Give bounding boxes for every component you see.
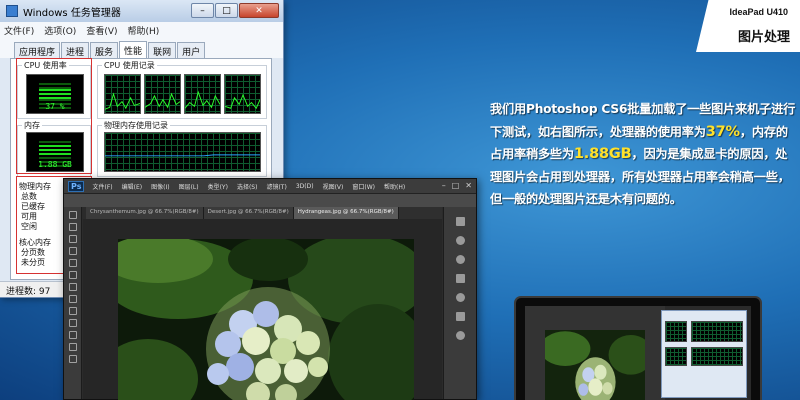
model-badge: IdeaPad U410 图片处理 <box>696 0 800 52</box>
ps-canvas-area[interactable] <box>83 219 442 400</box>
photoshop-menubar: Ps 文件(F) 编辑(E) 图像(I) 图层(L) 类型(Y) 选择(S) 滤… <box>64 179 476 193</box>
ps-menu-window[interactable]: 窗口(W) <box>352 182 375 191</box>
color-panel-icon[interactable] <box>455 236 465 245</box>
ps-options-bar <box>64 193 476 207</box>
task-manager-titlebar[interactable]: Windows 任务管理器 – □ ✕ <box>0 0 283 22</box>
ps-menu-layer[interactable]: 图层(L) <box>179 182 199 191</box>
menu-file[interactable]: 文件(F) <box>4 24 34 37</box>
cpu-history-group: CPU 使用记录 <box>97 60 267 119</box>
ps-close-button[interactable]: ✕ <box>465 181 472 190</box>
properties-panel-icon[interactable] <box>455 331 465 340</box>
menu-help[interactable]: 帮助(H) <box>128 24 160 37</box>
laptop-cpu-meter <box>665 321 688 342</box>
tab-performance[interactable]: 性能 <box>119 41 148 58</box>
eyedropper-tool-icon[interactable] <box>68 271 77 279</box>
quick-select-tool-icon[interactable] <box>68 247 77 255</box>
ps-tools-panel <box>64 207 82 399</box>
paths-panel-icon[interactable] <box>455 312 465 321</box>
maximize-button[interactable]: □ <box>215 3 238 18</box>
tab-applications[interactable]: 应用程序 <box>14 42 61 58</box>
badge-title: 图片处理 <box>737 30 790 45</box>
laptop-memory-graph <box>690 347 743 367</box>
hydrangea-photo <box>118 239 414 400</box>
ps-menu-edit[interactable]: 编辑(E) <box>122 182 142 191</box>
tab-users[interactable]: 用户 <box>177 42 206 58</box>
history-brush-tool-icon[interactable] <box>68 319 77 327</box>
cpu-core-graph <box>104 74 141 114</box>
menu-options[interactable]: 选项(O) <box>44 24 76 37</box>
ps-doc-tab[interactable]: Chrysanthemum.jpg @ 66.7%(RGB/8#) <box>86 207 204 219</box>
task-manager-tabs: 应用程序 进程 服务 性能 联网 用户 <box>0 39 283 58</box>
close-button[interactable]: ✕ <box>239 3 279 18</box>
task-manager-menubar: 文件(F) 选项(O) 查看(V) 帮助(H) <box>0 22 283 39</box>
brush-tool-icon[interactable] <box>68 295 77 303</box>
photoshop-window: Ps 文件(F) 编辑(E) 图像(I) 图层(L) 类型(Y) 选择(S) 滤… <box>63 178 477 400</box>
stamp-tool-icon[interactable] <box>68 307 77 315</box>
task-manager-app-icon <box>6 5 18 17</box>
badge-model-name: IdeaPad U410 <box>729 7 788 17</box>
ps-minimize-button[interactable]: – <box>442 181 446 190</box>
description-text: 我们用Photoshop CS6批量加载了一些图片来机子进行下测试，如右图所示，… <box>490 98 798 211</box>
memory-history-group: 物理内存使用记录 <box>97 120 267 177</box>
lasso-tool-icon[interactable] <box>68 235 77 243</box>
menu-view[interactable]: 查看(V) <box>86 24 117 37</box>
cpu-core-graph <box>144 74 181 114</box>
cpu-core-graph <box>224 74 261 114</box>
ps-menu-select[interactable]: 选择(S) <box>237 182 258 191</box>
layers-panel-icon[interactable] <box>455 217 465 226</box>
ps-menu-view[interactable]: 视图(V) <box>323 182 344 191</box>
laptop-photo <box>514 296 762 400</box>
ps-doc-tab[interactable]: Desert.jpg @ 66.7%(RGB/8#) <box>203 207 294 219</box>
type-tool-icon[interactable] <box>68 355 77 363</box>
ps-menu-type[interactable]: 类型(Y) <box>208 182 228 191</box>
minimize-button[interactable]: – <box>191 3 214 18</box>
history-panel-icon[interactable] <box>455 274 465 283</box>
highlight-box <box>16 58 92 174</box>
ps-menu-file[interactable]: 文件(F) <box>92 182 112 191</box>
gradient-tool-icon[interactable] <box>68 343 77 351</box>
memory-highlight: 1.88GB <box>573 146 632 163</box>
marquee-tool-icon[interactable] <box>68 223 77 231</box>
move-tool-icon[interactable] <box>68 211 77 219</box>
ps-maximize-button[interactable]: □ <box>452 181 460 190</box>
ps-menu-3d[interactable]: 3D(D) <box>296 183 314 190</box>
laptop-hydrangea-image <box>544 329 646 400</box>
adjustments-panel-icon[interactable] <box>455 255 465 264</box>
ps-doc-tab-active[interactable]: Hydrangeas.jpg @ 66.7%(RGB/8#) <box>293 207 399 219</box>
tab-services[interactable]: 服务 <box>90 42 119 58</box>
memory-history-graph <box>104 132 261 172</box>
photoshop-logo: Ps <box>68 180 85 192</box>
cpu-highlight: 37% <box>705 123 740 140</box>
laptop-cpu-graph <box>690 321 743 342</box>
cpu-core-graph <box>184 74 221 114</box>
laptop-photoshop-window <box>525 306 666 400</box>
crop-tool-icon[interactable] <box>68 259 77 267</box>
healing-tool-icon[interactable] <box>68 283 77 291</box>
channels-panel-icon[interactable] <box>455 293 465 302</box>
ps-document-tabs: Chrysanthemum.jpg @ 66.7%(RGB/8#) Desert… <box>86 207 442 219</box>
tab-networking[interactable]: 联网 <box>148 42 177 58</box>
status-processes: 进程数: 97 <box>6 287 51 297</box>
ps-right-panel <box>443 207 476 399</box>
laptop-task-manager <box>661 310 747 399</box>
task-manager-title: Windows 任务管理器 <box>23 7 121 19</box>
cpu-history-label: CPU 使用记录 <box>102 60 157 71</box>
ps-menu-filter[interactable]: 滤镜(T) <box>266 182 286 191</box>
laptop-memory-meter <box>665 347 688 367</box>
eraser-tool-icon[interactable] <box>68 331 77 339</box>
ps-menu-help[interactable]: 帮助(H) <box>384 182 405 191</box>
laptop-screen <box>525 306 751 400</box>
ps-menu-image[interactable]: 图像(I) <box>151 182 169 191</box>
memory-history-label: 物理内存使用记录 <box>102 120 170 131</box>
tab-processes[interactable]: 进程 <box>61 42 90 58</box>
